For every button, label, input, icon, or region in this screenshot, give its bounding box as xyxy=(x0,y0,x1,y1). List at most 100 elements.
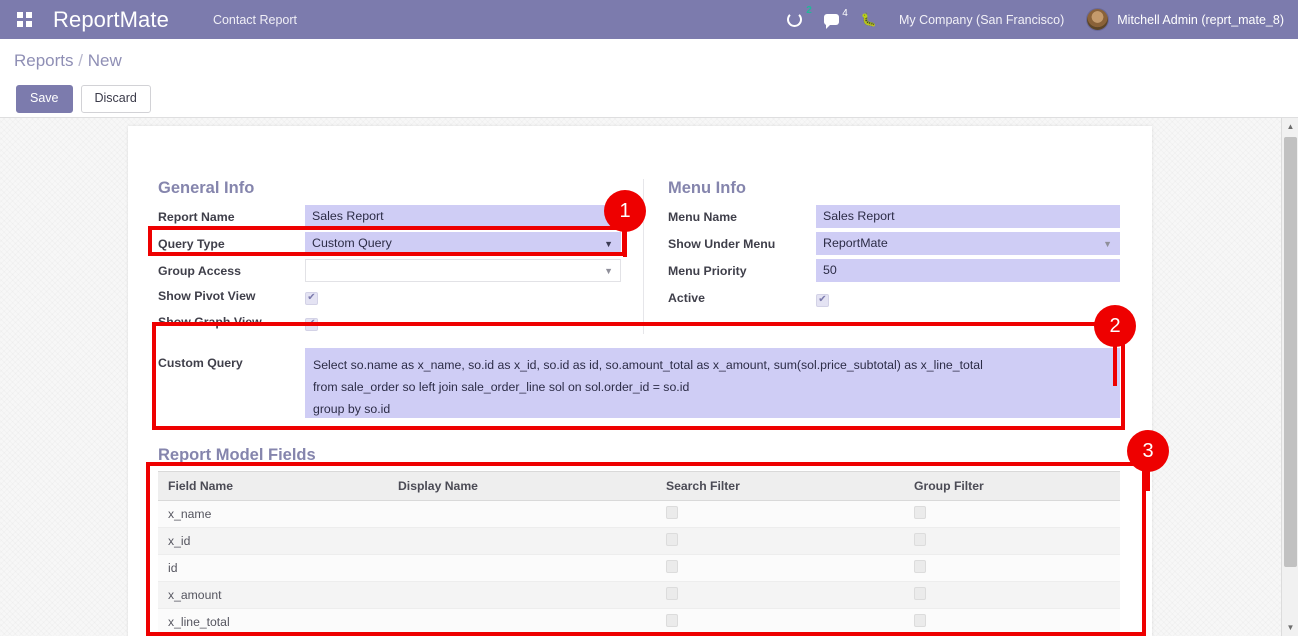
column-header-display-name[interactable]: Display Name xyxy=(388,472,656,501)
table-header-row: Field Name Display Name Search Filter Gr… xyxy=(158,472,1120,501)
column-header-search-filter[interactable]: Search Filter xyxy=(656,472,904,501)
general-info-group: General Info Report Name Query Type xyxy=(158,179,643,334)
content-area: General Info Report Name Query Type xyxy=(0,118,1298,636)
field-row-report-name: Report Name xyxy=(158,205,621,232)
cell-search-filter xyxy=(656,528,904,555)
report-model-fields-table: Field Name Display Name Search Filter Gr… xyxy=(158,471,1120,636)
scroll-down-arrow-icon[interactable]: ▼ xyxy=(1282,619,1298,636)
field-row-show-pivot-view: Show Pivot View ✔ xyxy=(158,286,621,310)
clock-activity-icon xyxy=(787,12,802,27)
search-filter-checkbox[interactable] xyxy=(666,560,678,573)
scroll-up-arrow-icon[interactable]: ▲ xyxy=(1282,118,1298,135)
cell-field-name: x_id xyxy=(158,528,388,555)
cell-group-filter xyxy=(904,609,1120,636)
group-access-select[interactable] xyxy=(305,259,621,282)
breadcrumb: Reports / New xyxy=(14,51,122,71)
menu-name-input[interactable] xyxy=(816,205,1120,228)
user-menu[interactable]: Mitchell Admin (reprt_mate_8) xyxy=(1117,13,1284,27)
custom-query-textarea[interactable]: Select so.name as x_name, so.id as x_id,… xyxy=(305,348,1120,418)
table-row[interactable]: x_line_total xyxy=(158,609,1120,636)
table-body: x_name x_id id xyxy=(158,501,1120,636)
save-button[interactable]: Save xyxy=(16,85,73,113)
cell-field-name: x_name xyxy=(158,501,388,528)
avatar[interactable] xyxy=(1086,8,1109,31)
breadcrumb-separator: / xyxy=(78,51,83,70)
cell-display-name[interactable] xyxy=(388,582,656,609)
field-row-group-access: Group Access ▼ xyxy=(158,259,621,286)
cell-display-name[interactable] xyxy=(388,528,656,555)
show-pivot-view-checkbox[interactable]: ✔ xyxy=(305,292,318,305)
cell-field-name: x_line_total xyxy=(158,609,388,636)
general-info-table: Report Name Query Type ▼ xyxy=(158,205,621,334)
field-row-active: Active ✔ xyxy=(668,286,1120,310)
bug-icon: 🐛 xyxy=(861,13,877,26)
group-access-cell: ▼ xyxy=(305,259,621,286)
chat-bubble-icon xyxy=(824,14,839,25)
menu-name-cell xyxy=(816,205,1120,232)
cell-group-filter xyxy=(904,555,1120,582)
debug-menu[interactable]: 🐛 xyxy=(861,13,877,26)
show-graph-view-checkbox[interactable]: ✔ xyxy=(305,318,318,331)
search-filter-checkbox[interactable] xyxy=(666,533,678,546)
cell-search-filter xyxy=(656,555,904,582)
table-header: Field Name Display Name Search Filter Gr… xyxy=(158,472,1120,501)
group-filter-checkbox[interactable] xyxy=(914,560,926,573)
discard-button[interactable]: Discard xyxy=(81,85,151,113)
annotation-badge-1: 1 xyxy=(604,190,646,232)
show-under-menu-label: Show Under Menu xyxy=(668,232,816,259)
scrollbar-thumb[interactable] xyxy=(1284,137,1297,567)
cell-group-filter xyxy=(904,528,1120,555)
report-name-cell xyxy=(305,205,621,232)
search-filter-checkbox[interactable] xyxy=(666,614,678,627)
column-header-group-filter[interactable]: Group Filter xyxy=(904,472,1120,501)
group-filter-checkbox[interactable] xyxy=(914,587,926,600)
menu-info-group: Menu Info Menu Name Show Under Menu xyxy=(643,179,1120,334)
company-switcher[interactable]: My Company (San Francisco) xyxy=(899,13,1064,27)
show-under-menu-select-wrap: ▼ xyxy=(816,232,1120,255)
nav-menu-contact-report[interactable]: Contact Report xyxy=(213,13,297,27)
field-row-menu-priority: Menu Priority xyxy=(668,259,1120,286)
table-row[interactable]: x_amount xyxy=(158,582,1120,609)
menu-priority-input[interactable] xyxy=(816,259,1120,282)
annotation-badge-3: 3 xyxy=(1127,430,1169,472)
group-access-label: Group Access xyxy=(158,259,305,286)
group-filter-checkbox[interactable] xyxy=(914,533,926,546)
cell-display-name[interactable] xyxy=(388,501,656,528)
cell-group-filter xyxy=(904,501,1120,528)
menu-name-label: Menu Name xyxy=(668,205,816,232)
menu-priority-cell xyxy=(816,259,1120,286)
active-label: Active xyxy=(668,286,816,310)
show-under-menu-cell: ▼ xyxy=(816,232,1120,259)
cell-search-filter xyxy=(656,609,904,636)
query-type-select-wrap: ▼ xyxy=(305,232,621,255)
field-row-show-under-menu: Show Under Menu ▼ xyxy=(668,232,1120,259)
field-row-show-graph-view: Show Graph View ✔ xyxy=(158,310,621,334)
messaging-menu[interactable]: 4 xyxy=(824,14,839,25)
group-filter-checkbox[interactable] xyxy=(914,614,926,627)
table-row[interactable]: x_id xyxy=(158,528,1120,555)
field-row-menu-name: Menu Name xyxy=(668,205,1120,232)
activity-count-badge: 2 xyxy=(806,5,812,16)
search-filter-checkbox[interactable] xyxy=(666,587,678,600)
brand-logo[interactable]: ReportMate xyxy=(53,7,169,33)
breadcrumb-item-reports[interactable]: Reports xyxy=(14,51,74,70)
menu-info-table: Menu Name Show Under Menu ▼ xyxy=(668,205,1120,310)
group-filter-checkbox[interactable] xyxy=(914,506,926,519)
cell-display-name[interactable] xyxy=(388,609,656,636)
report-name-label: Report Name xyxy=(158,205,305,232)
search-filter-checkbox[interactable] xyxy=(666,506,678,519)
query-type-select[interactable] xyxy=(305,232,621,255)
apps-grid-icon[interactable] xyxy=(17,12,33,28)
show-under-menu-select[interactable] xyxy=(816,232,1120,255)
show-pivot-view-cell: ✔ xyxy=(305,286,621,310)
report-model-fields-group: Report Model Fields Field Name Display N… xyxy=(158,446,1120,636)
cell-group-filter xyxy=(904,582,1120,609)
report-name-input[interactable] xyxy=(305,205,621,228)
activity-menu[interactable]: 2 xyxy=(787,12,802,27)
table-row[interactable]: x_name xyxy=(158,501,1120,528)
vertical-scrollbar[interactable]: ▲ ▼ xyxy=(1281,118,1298,636)
cell-display-name[interactable] xyxy=(388,555,656,582)
table-row[interactable]: id xyxy=(158,555,1120,582)
active-checkbox[interactable]: ✔ xyxy=(816,294,829,307)
column-header-field-name[interactable]: Field Name xyxy=(158,472,388,501)
